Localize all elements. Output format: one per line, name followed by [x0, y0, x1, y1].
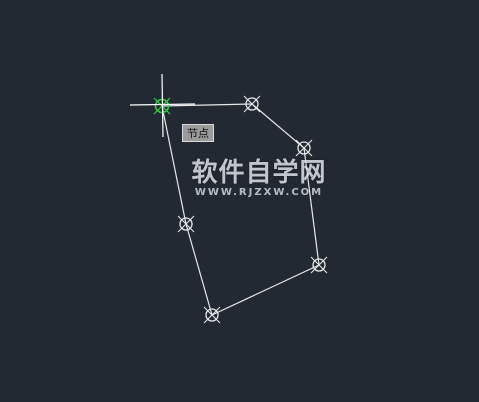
node-marker-icon[interactable]: [243, 95, 261, 113]
node-snap-tooltip: 节点: [182, 124, 214, 142]
polyline-segment[interactable]: [303, 147, 320, 266]
node-marker-icon[interactable]: [310, 256, 328, 274]
polyline-segment[interactable]: [211, 264, 320, 316]
drawing-canvas[interactable]: 节点 软件自学网 WWW.RJZXW.COM: [0, 0, 479, 402]
polyline-segment[interactable]: [185, 223, 213, 316]
node-marker-icon[interactable]: [177, 215, 195, 233]
node-marker-icon[interactable]: [295, 139, 313, 157]
node-marker-icon[interactable]: [203, 306, 221, 324]
drawing-svg: [129, 73, 328, 324]
polyline-segment[interactable]: [251, 103, 305, 149]
